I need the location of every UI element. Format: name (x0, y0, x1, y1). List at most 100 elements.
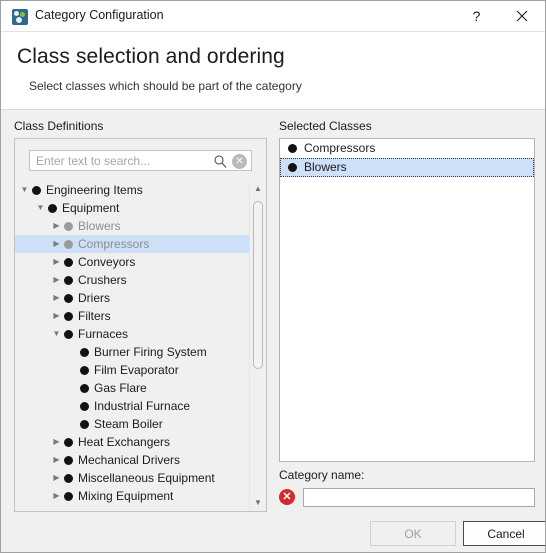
class-bullet-icon (64, 240, 73, 249)
error-icon: ✕ (279, 489, 295, 505)
tree-item[interactable]: ▶ Mixing Equipment (15, 487, 266, 505)
class-bullet-icon (64, 438, 73, 447)
search-area: ✕ (15, 139, 266, 181)
tree-item[interactable]: ▶ Driers (15, 289, 266, 307)
scrollbar-thumb[interactable] (253, 201, 263, 369)
class-definitions-panel: ✕ ▼Engineering Items▼Equipment▶Blowers▶C… (14, 138, 267, 512)
chevron-right-icon[interactable]: ▶ (51, 289, 62, 307)
tree-item-label: Filters (78, 309, 111, 323)
window-title: Category Configuration (35, 8, 164, 22)
class-bullet-icon (48, 204, 57, 213)
tree-item-label: Gas Flare (94, 381, 147, 395)
chevron-right-icon[interactable]: ▶ (51, 253, 62, 271)
page-title: Class selection and ordering (17, 45, 285, 68)
scroll-up-arrow[interactable]: ▲ (250, 181, 266, 197)
tree-item-label: Industrial Furnace (94, 399, 191, 413)
chevron-down-icon[interactable]: ▼ (51, 325, 62, 343)
clear-search-icon[interactable]: ✕ (232, 154, 247, 169)
tree-item-label: Blowers (78, 219, 121, 233)
chevron-right-icon[interactable]: ▶ (51, 235, 62, 253)
tree-item[interactable]: ▶ Mechanical Drivers (15, 451, 266, 469)
class-bullet-icon (64, 312, 73, 321)
class-bullet-icon (80, 420, 89, 429)
tree-item[interactable]: ▼ Equipment (15, 199, 266, 217)
class-bullet-icon (80, 366, 89, 375)
chevron-right-icon[interactable]: ▶ (51, 469, 62, 487)
search-box[interactable]: ✕ (29, 150, 252, 171)
tree-item-label: Conveyors (78, 255, 136, 269)
chevron-down-icon[interactable]: ▼ (19, 181, 30, 199)
chevron-right-icon[interactable]: ▶ (51, 451, 62, 469)
class-bullet-icon (288, 144, 297, 153)
tree-item-label: Film Evaporator (94, 363, 179, 377)
chevron-right-icon[interactable]: ▶ (51, 307, 62, 325)
class-bullet-icon (64, 294, 73, 303)
category-name-input[interactable] (304, 489, 534, 506)
tree-item-label: Heat Exchangers (78, 435, 171, 449)
ok-button[interactable]: OK (370, 521, 456, 546)
tree-item-label: Compressors (78, 237, 150, 251)
tree-item-label: Equipment (62, 201, 120, 215)
class-bullet-icon (64, 222, 73, 231)
list-item-label: Blowers (304, 160, 347, 174)
tree-item[interactable]: ▶ Heat Exchangers (15, 433, 266, 451)
cancel-button[interactable]: Cancel (463, 521, 545, 546)
chevron-right-icon[interactable]: ▶ (51, 271, 62, 289)
chevron-right-icon[interactable]: ▶ (51, 487, 62, 505)
class-definitions-label: Class Definitions (14, 119, 104, 133)
tree-item[interactable]: Industrial Furnace (15, 397, 266, 415)
tree-scrollbar[interactable]: ▲ ▼ (249, 181, 266, 511)
tree-item-label: Driers (78, 291, 110, 305)
dialog-body: Class Definitions ✕ ▼Engineering Items▼E… (1, 111, 545, 552)
help-button[interactable]: ? (454, 1, 499, 31)
list-item[interactable]: Blowers (280, 158, 534, 177)
tree-item[interactable]: ▶ Filters (15, 307, 266, 325)
list-item[interactable]: Compressors (280, 139, 534, 158)
category-name-label: Category name: (279, 468, 365, 482)
tree-item[interactable]: ▶ Miscellaneous Equipment (15, 469, 266, 487)
class-bullet-icon (80, 402, 89, 411)
class-bullet-icon (288, 163, 297, 172)
dialog-header: Class selection and ordering Select clas… (1, 32, 545, 110)
class-bullet-icon (80, 384, 89, 393)
class-tree[interactable]: ▼ Engineering Items ▼ Equipment ▶ Blowers ▶ Com… (15, 181, 266, 511)
dialog-window: Category Configuration ? Class selection… (0, 0, 546, 553)
class-bullet-icon (64, 456, 73, 465)
class-bullet-icon (32, 186, 41, 195)
chevron-down-icon[interactable]: ▼ (35, 199, 46, 217)
tree-item-label: Burner Firing System (94, 345, 207, 359)
tree-item[interactable]: Steam Boiler (15, 415, 266, 433)
category-name-field[interactable] (303, 488, 535, 507)
tree-item[interactable]: ▶ Crushers (15, 271, 266, 289)
tree-item-label: Steam Boiler (94, 417, 163, 431)
app-icon (12, 9, 28, 25)
selected-classes-list[interactable]: Compressors Blowers (279, 138, 535, 462)
scroll-down-arrow[interactable]: ▼ (250, 495, 266, 511)
tree-item[interactable]: ▶ Compressors (15, 235, 266, 253)
tree-item-label: Miscellaneous Equipment (78, 471, 215, 485)
tree-item-label: Mechanical Drivers (78, 453, 181, 467)
tree-item[interactable]: ▼ Furnaces (15, 325, 266, 343)
title-bar: Category Configuration ? (1, 1, 545, 32)
class-bullet-icon (64, 330, 73, 339)
tree-item[interactable]: ▶ Conveyors (15, 253, 266, 271)
tree-item-label: Crushers (78, 273, 127, 287)
tree-item[interactable]: Film Evaporator (15, 361, 266, 379)
chevron-right-icon[interactable]: ▶ (51, 217, 62, 235)
list-item-label: Compressors (304, 141, 376, 155)
close-icon[interactable] (499, 1, 544, 31)
class-bullet-icon (64, 474, 73, 483)
chevron-right-icon[interactable]: ▶ (51, 433, 62, 451)
tree-item-label: Furnaces (78, 327, 129, 341)
class-bullet-icon (80, 348, 89, 357)
tree-item[interactable]: ▼ Engineering Items (15, 181, 266, 199)
search-input[interactable] (36, 153, 211, 169)
class-bullet-icon (64, 258, 73, 267)
tree-item-label: Mixing Equipment (78, 489, 174, 503)
tree-item[interactable]: ▶ Blowers (15, 217, 266, 235)
tree-item[interactable]: Gas Flare (15, 379, 266, 397)
search-icon[interactable] (213, 154, 227, 168)
tree-item[interactable]: Burner Firing System (15, 343, 266, 361)
page-subtitle: Select classes which should be part of t… (29, 79, 302, 93)
tree-item-label: Engineering Items (46, 183, 143, 197)
